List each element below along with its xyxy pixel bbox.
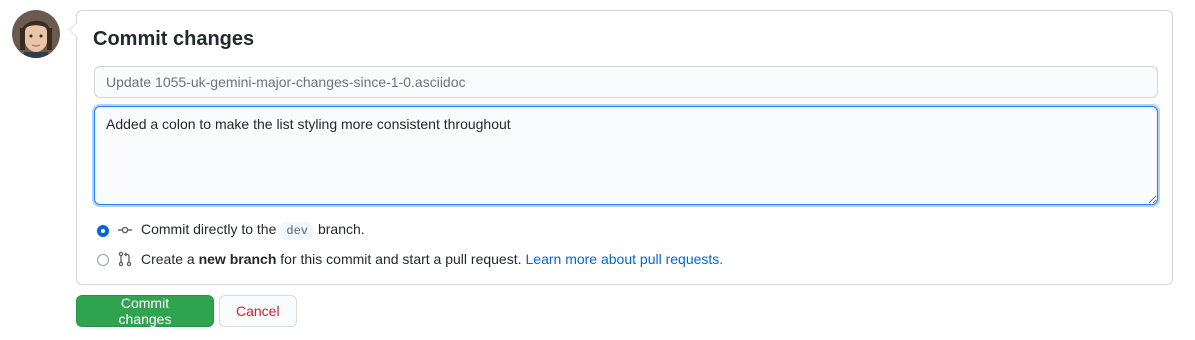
- new-branch-option[interactable]: Create a new branch for this commit and …: [97, 249, 723, 269]
- form-title: Commit changes: [93, 28, 255, 50]
- git-commit-icon: [118, 226, 132, 234]
- branch-name-badge: dev: [280, 221, 314, 240]
- avatar[interactable]: [12, 10, 60, 58]
- commit-description-textarea[interactable]: Added a colon to make the list styling m…: [94, 106, 1158, 205]
- new-branch-label: Create a new branch for this commit and …: [141, 251, 724, 267]
- new-branch-radio[interactable]: [97, 254, 109, 266]
- commit-direct-option[interactable]: Commit directly to the dev branch.: [97, 220, 365, 240]
- speech-caret: [69, 22, 77, 38]
- commit-direct-radio[interactable]: [97, 225, 109, 237]
- commit-changes-button[interactable]: Commit changes: [76, 295, 214, 327]
- learn-more-link[interactable]: Learn more about pull requests.: [526, 251, 724, 267]
- commit-summary-input[interactable]: [94, 66, 1158, 98]
- git-pull-request-icon: [118, 251, 132, 267]
- commit-direct-label: Commit directly to the dev branch.: [141, 220, 365, 240]
- commit-form: Commit changes Added a colon to make the…: [69, 10, 1173, 285]
- cancel-button[interactable]: Cancel: [219, 295, 297, 327]
- avatar-image: [12, 10, 60, 58]
